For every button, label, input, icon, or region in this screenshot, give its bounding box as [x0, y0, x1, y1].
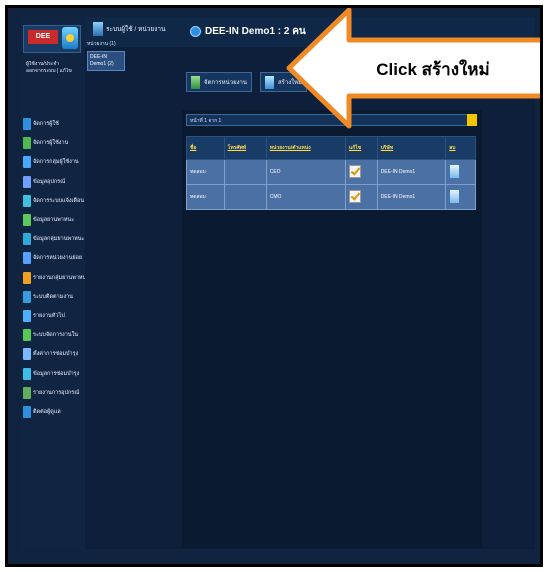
user-name: ผู้ใช้งาน/ประจำ: [26, 61, 60, 67]
menu-item-icon: [23, 290, 31, 303]
menu-item-label: ระบบติดตามงาน: [33, 293, 73, 300]
menu-item-icon: [23, 175, 31, 188]
column-header[interactable]: โทรศัพท์: [223, 136, 267, 160]
user-links[interactable]: ออกจากระบบ | แก้ไข: [26, 68, 74, 75]
delete-icon[interactable]: [449, 163, 461, 179]
menu-item-icon: [23, 329, 31, 342]
callout-arrow: Click สร้างใหม่: [286, 8, 540, 129]
menu-item-label: จัดการระบบแจ้งเตือน: [33, 197, 85, 204]
sidebar-menu-item[interactable]: ติดต่อผู้ดูแล: [23, 405, 85, 419]
sidebar-menu-item[interactable]: ข้อมูลกลุ่มยานพาหนะ: [23, 232, 85, 246]
callout-text: Click สร้างใหม่: [376, 59, 489, 79]
breadcrumb[interactable]: ระบบผู้ใช้ / หน่วยงาน: [93, 21, 166, 37]
menu-item-icon: [23, 252, 31, 265]
sidebar-menu-item[interactable]: ระบบจัดการงานใน: [23, 328, 85, 342]
cell-name: ทดสอบ: [186, 184, 225, 210]
sidebar-menu-item[interactable]: ข้อมูลการซ่อมบำรุง: [23, 367, 85, 381]
menu-item-label: รายงานกลุ่มยานพาหนะ: [33, 274, 85, 281]
menu-item-label: จัดการผู้ใช้: [33, 121, 59, 127]
menu-item-label: ระบบจัดการงานใน: [33, 332, 79, 339]
cell-company: DEE-IN Demo1: [376, 184, 447, 210]
menu-item-label: ข้อมูลการซ่อมบำรุง: [33, 370, 80, 377]
table-row: ทดสอบ CEO DEE-IN Demo1: [186, 159, 476, 185]
column-header[interactable]: ชื่อ: [186, 136, 225, 160]
menu-item-label: ข้อมูลกลุ่มยานพาหนะ: [33, 236, 85, 243]
cell-unit: CMO: [265, 184, 346, 210]
menu-item-icon: [23, 367, 31, 380]
breadcrumb-text: ระบบผู้ใช้ / หน่วยงาน: [106, 26, 166, 33]
menu-item-label: รายงานทั่วไป: [33, 313, 65, 319]
sidebar-menu-item[interactable]: รายงานการอุปกรณ์: [23, 386, 85, 400]
sidebar-menu-item[interactable]: จัดการกลุ่มผู้ใช้งาน: [23, 155, 85, 169]
sub-navigation: หน่วยงาน (1) DEE-IN Demo1 (2): [87, 41, 125, 71]
info-icon: [190, 25, 201, 37]
people-icon: [191, 75, 200, 89]
sidebar-menu-item[interactable]: ข้อมูลยานพาหนะ: [23, 213, 85, 227]
menu-item-icon: [23, 118, 31, 130]
menu-item-icon: [23, 233, 31, 246]
sidebar-menu-item[interactable]: จัดการผู้ใช้: [23, 117, 85, 131]
cell-delete: [445, 184, 476, 210]
sidebar-menu-item[interactable]: จัดการหน่วยงานย่อย: [23, 251, 85, 265]
manage-units-button[interactable]: จัดการหน่วยงาน: [186, 72, 252, 92]
menu-item-label: ข้อมูลอุปกรณ์: [33, 178, 66, 185]
cell-phone: [223, 159, 267, 185]
cell-edit: [344, 159, 378, 185]
cell-name: ทดสอบ: [186, 159, 225, 185]
subnav-label: หน่วยงาน (1): [87, 41, 116, 47]
menu-item-label: รายงานการอุปกรณ์: [33, 389, 80, 396]
menu-item-label: ติดต่อผู้ดูแล: [33, 409, 61, 415]
cell-edit: [344, 184, 378, 210]
menu-item-icon: [23, 194, 31, 207]
cell-company: DEE-IN Demo1: [376, 159, 447, 185]
sidebar-menu-item[interactable]: ข้อมูลอุปกรณ์: [23, 175, 85, 189]
edit-icon[interactable]: [348, 164, 361, 178]
menu-item-icon: [23, 348, 31, 361]
sidebar: DEE ผู้ใช้งาน/ประจำ ออกจากระบบ | แก้ไข จ…: [21, 17, 85, 549]
sidebar-menu-item[interactable]: รายงานกลุ่มยานพาหนะ: [23, 271, 85, 285]
menu-item-icon: [23, 406, 31, 418]
cell-phone: [223, 184, 267, 210]
cell-unit: CEO: [265, 159, 346, 185]
logo-icon: [62, 27, 78, 49]
menu-item-icon: [23, 271, 31, 284]
sidebar-menu-item[interactable]: รายงานทั่วไป: [23, 309, 85, 323]
menu-item-icon: [23, 214, 31, 226]
menu-item-label: จัดการผู้ใช้งาน: [33, 140, 69, 147]
delete-icon[interactable]: [449, 188, 461, 204]
menu-item-label: จัดการหน่วยงานย่อย: [33, 255, 83, 262]
manage-units-label: จัดการหน่วยงาน: [204, 80, 247, 86]
menu-item-label: ตั้งค่าการซ่อมบำรุง: [33, 351, 79, 358]
subnav-selected-item[interactable]: DEE-IN Demo1 (2): [87, 51, 125, 71]
menu-item-label: ข้อมูลยานพาหนะ: [33, 217, 75, 223]
cell-delete: [445, 159, 476, 185]
sidebar-menu-item[interactable]: ตั้งค่าการซ่อมบำรุง: [23, 347, 85, 361]
user-box: ผู้ใช้งาน/ประจำ ออกจากระบบ | แก้ไข: [26, 61, 74, 101]
table-body: ทดสอบ CEO DEE-IN Demo1 ทดสอบ CMO DEE-IN Demo1: [186, 159, 476, 210]
table-row: ทดสอบ CMO DEE-IN Demo1: [186, 184, 476, 210]
logo-mark: DEE: [28, 30, 58, 44]
sidebar-menu-item[interactable]: จัดการผู้ใช้งาน: [23, 136, 85, 150]
content-panel: หน้าที่ 1 จาก 1 ชื่อ โทรศัพท์ หน่วยงาน/ตำแ…: [182, 110, 482, 548]
add-icon: [264, 75, 274, 89]
menu-item-icon: [23, 310, 31, 322]
screenshot-frame: DEE ผู้ใช้งาน/ประจำ ออกจากระบบ | แก้ไข จ…: [5, 5, 543, 567]
menu-item-icon: [23, 386, 31, 399]
app-logo: DEE: [23, 25, 81, 53]
sidebar-menu-item[interactable]: จัดการระบบแจ้งเตือน: [23, 194, 85, 208]
breadcrumb-icon: [93, 22, 103, 36]
sidebar-menu-item[interactable]: ระบบติดตามงาน: [23, 290, 85, 304]
menu-item-icon: [23, 156, 31, 169]
menu-item-label: จัดการกลุ่มผู้ใช้งาน: [33, 159, 79, 166]
edit-icon[interactable]: [348, 189, 361, 203]
menu-item-icon: [23, 137, 31, 150]
